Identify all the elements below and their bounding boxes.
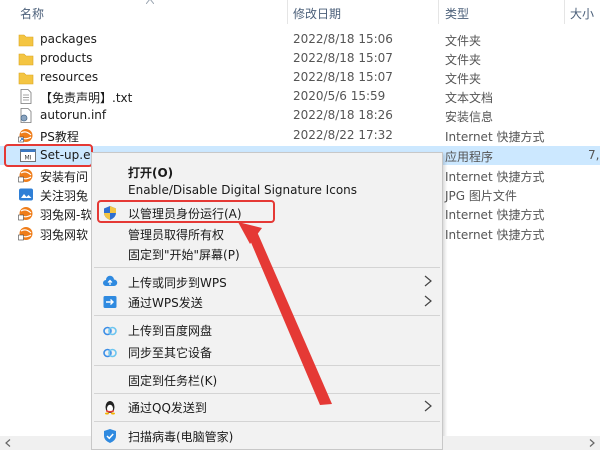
horizontal-scrollbar[interactable] <box>0 436 91 450</box>
annotation-arrow <box>238 222 332 405</box>
scroll-right-icon[interactable] <box>589 439 595 447</box>
horizontal-scrollbar-right[interactable] <box>443 436 600 450</box>
scroll-left-icon[interactable] <box>5 439 11 447</box>
